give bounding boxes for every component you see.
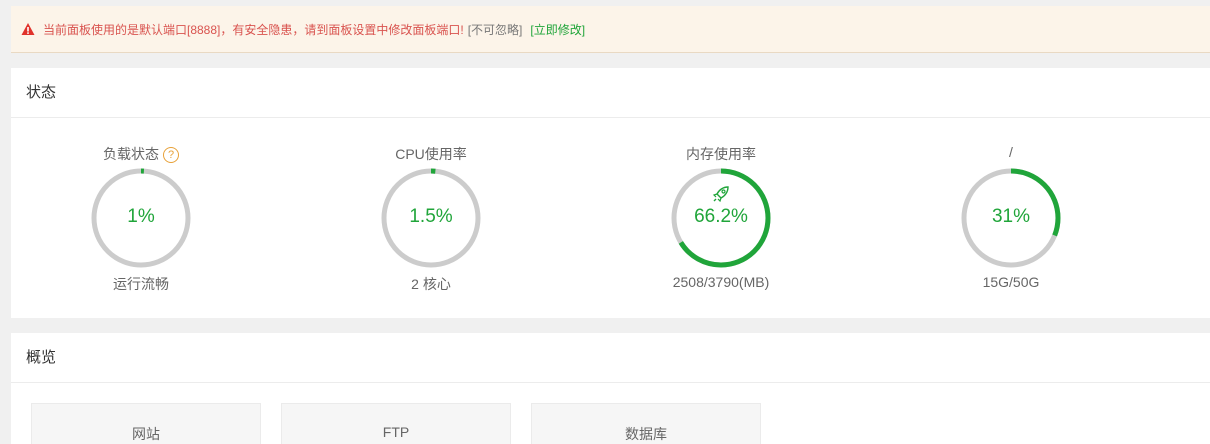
tile-websites[interactable]: 网站: [31, 403, 261, 444]
overview-panel-title: 概览: [11, 333, 1210, 383]
gauge-title: CPU使用率: [395, 146, 467, 162]
gauge-subtext: 15G/50G: [982, 274, 1040, 290]
tile-database[interactable]: 数据库: [531, 403, 761, 444]
fix-now-link[interactable]: [立即修改]: [530, 21, 585, 38]
page: 当前面板使用的是默认端口[8888]，有安全隐患，请到面板设置中修改面板端口! …: [0, 0, 1210, 444]
warning-icon: [21, 23, 35, 35]
gauge-value: 31%: [991, 206, 1031, 227]
gauge-value: 66.2%: [694, 206, 748, 227]
overview-panel: 概览 网站 FTP 数据库: [11, 333, 1210, 444]
gauge-row: 负载状态? 1% 运行流畅 CPU使用率 1.5% 2 核心 内存使用率 66.…: [11, 118, 1210, 318]
gauge-title: 负载状态?: [41, 144, 241, 164]
gauge-title-text: 负载状态: [103, 146, 159, 162]
gauge-title: 内存使用率: [686, 146, 756, 162]
security-warning-banner: 当前面板使用的是默认端口[8888]，有安全隐患，请到面板设置中修改面板端口! …: [11, 6, 1210, 53]
ignore-link[interactable]: [不可忽略]: [468, 21, 523, 38]
gauge-subtext: 运行流畅: [113, 276, 169, 292]
help-icon[interactable]: ?: [163, 147, 179, 163]
tile-ftp[interactable]: FTP: [281, 403, 511, 444]
warning-message: 当前面板使用的是默认端口[8888]，有安全隐患，请到面板设置中修改面板端口!: [43, 22, 464, 37]
gauge-value: 1%: [127, 206, 155, 227]
rocket-icon[interactable]: [711, 184, 731, 204]
gauge-title: /: [1009, 144, 1013, 160]
status-panel-title: 状态: [11, 68, 1210, 118]
gauge-subtext: 2508/3790(MB): [672, 274, 770, 290]
gauge-subtext: 2 核心: [411, 276, 451, 292]
overview-tiles: 网站 FTP 数据库: [11, 383, 1210, 444]
gauge-value: 1.5%: [409, 206, 453, 227]
status-panel: 状态 负载状态? 1% 运行流畅 CPU使用率 1.5% 2 核心 内存使用率 …: [11, 68, 1210, 318]
